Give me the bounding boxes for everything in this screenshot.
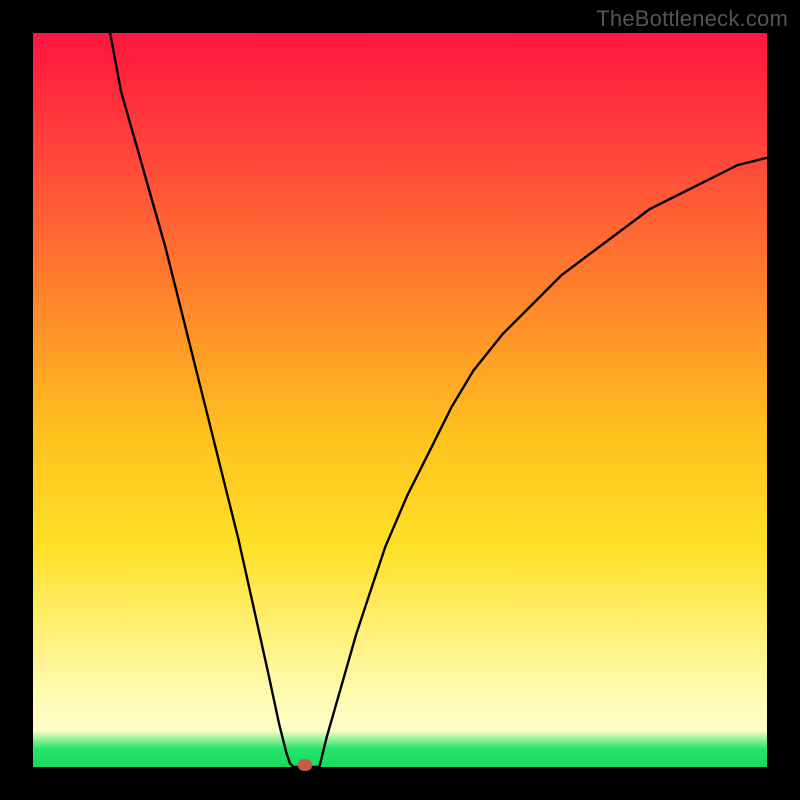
watermark-text: TheBottleneck.com [596,6,788,32]
optimum-marker [298,759,312,771]
bottleneck-curve [33,33,767,767]
plot-area [33,33,767,767]
chart-frame: TheBottleneck.com [0,0,800,800]
curve-right-branch [319,158,767,767]
curve-left-branch [110,33,294,767]
